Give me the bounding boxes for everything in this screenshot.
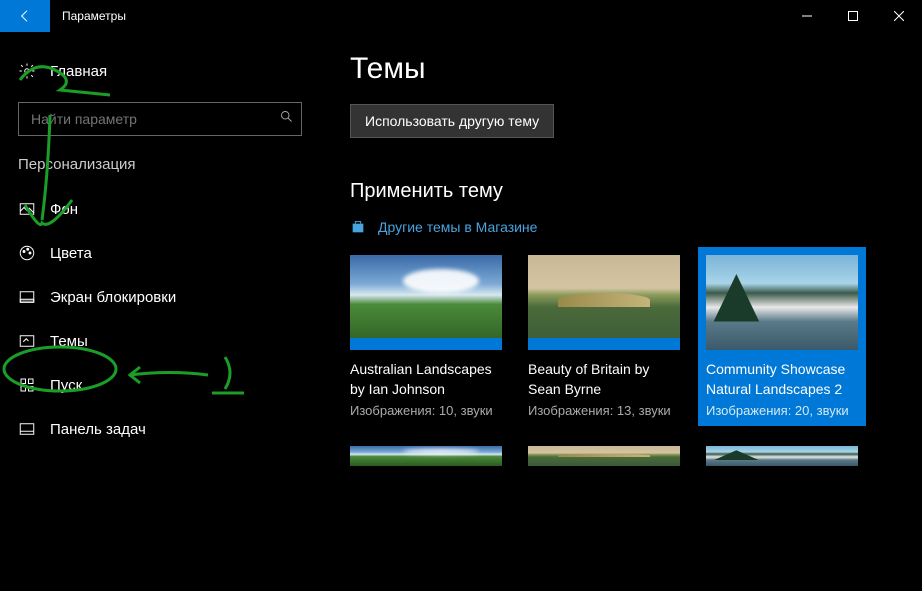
theme-thumbnail	[528, 255, 680, 350]
grid-icon	[18, 376, 36, 394]
search-wrap	[18, 102, 302, 136]
theme-thumbnail	[706, 255, 858, 350]
store-icon	[350, 219, 366, 235]
theme-card[interactable]	[706, 446, 858, 466]
maximize-button[interactable]	[830, 0, 876, 32]
sidebar-item-colors[interactable]: Цвета	[0, 231, 320, 275]
theme-name: Australian Landscapes by Ian Johnson	[350, 360, 502, 399]
sidebar-item-lockscreen[interactable]: Экран блокировки	[0, 275, 320, 319]
theme-name: Beauty of Britain by Sean Byrne	[528, 360, 680, 399]
taskbar-icon	[18, 420, 36, 438]
sidebar-item-label: Темы	[50, 333, 88, 350]
close-button[interactable]	[876, 0, 922, 32]
search-input[interactable]	[18, 102, 302, 136]
window-title: Параметры	[62, 9, 126, 23]
sidebar-item-label: Панель задач	[50, 421, 146, 438]
sidebar-item-label: Пуск	[50, 377, 82, 394]
home-link[interactable]: Главная	[0, 52, 320, 90]
theme-meta: Изображения: 10, звуки	[350, 403, 502, 418]
search-icon	[279, 109, 294, 129]
sidebar-item-themes[interactable]: Темы	[0, 319, 320, 363]
brush-icon	[18, 332, 36, 350]
sidebar-item-taskbar[interactable]: Панель задач	[0, 407, 320, 451]
theme-card[interactable]: Beauty of Britain by Sean Byrne Изображе…	[528, 255, 680, 418]
theme-meta: Изображения: 20, звуки	[706, 403, 858, 418]
sidebar-item-label: Экран блокировки	[50, 289, 176, 306]
minimize-button[interactable]	[784, 0, 830, 32]
image-icon	[18, 200, 36, 218]
theme-thumbnail	[350, 446, 502, 466]
theme-card[interactable]	[528, 446, 680, 466]
store-link[interactable]: Другие темы в Магазине	[350, 219, 892, 235]
page-title: Темы	[350, 52, 892, 86]
theme-grid: Australian Landscapes by Ian Johnson Изо…	[350, 255, 892, 418]
title-bar: Параметры	[0, 0, 922, 32]
apply-theme-heading: Применить тему	[350, 180, 892, 203]
window-controls	[784, 0, 922, 32]
home-label: Главная	[50, 63, 107, 80]
sidebar-item-background[interactable]: Фон	[0, 187, 320, 231]
main-content: Темы Использовать другую тему Применить …	[320, 32, 922, 591]
theme-grid-row2	[350, 446, 892, 466]
theme-thumbnail	[350, 255, 502, 350]
theme-name: Community Showcase Natural Landscapes 2	[706, 360, 858, 399]
theme-card-selected[interactable]: Community Showcase Natural Landscapes 2 …	[698, 247, 866, 426]
sidebar-item-label: Цвета	[50, 245, 92, 262]
section-heading: Персонализация	[0, 156, 320, 187]
theme-card[interactable]: Australian Landscapes by Ian Johnson Изо…	[350, 255, 502, 418]
gear-icon	[18, 62, 36, 80]
theme-meta: Изображения: 13, звуки	[528, 403, 680, 418]
theme-card[interactable]	[350, 446, 502, 466]
theme-thumbnail	[528, 446, 680, 466]
theme-thumbnail	[706, 446, 858, 466]
sidebar: Главная Персонализация Фон Цвета Экран б…	[0, 32, 320, 591]
back-button[interactable]	[0, 0, 50, 32]
store-link-label: Другие темы в Магазине	[378, 219, 537, 235]
use-other-theme-button[interactable]: Использовать другую тему	[350, 104, 554, 138]
sidebar-item-label: Фон	[50, 201, 78, 218]
lock-icon	[18, 288, 36, 306]
sidebar-item-start[interactable]: Пуск	[0, 363, 320, 407]
palette-icon	[18, 244, 36, 262]
